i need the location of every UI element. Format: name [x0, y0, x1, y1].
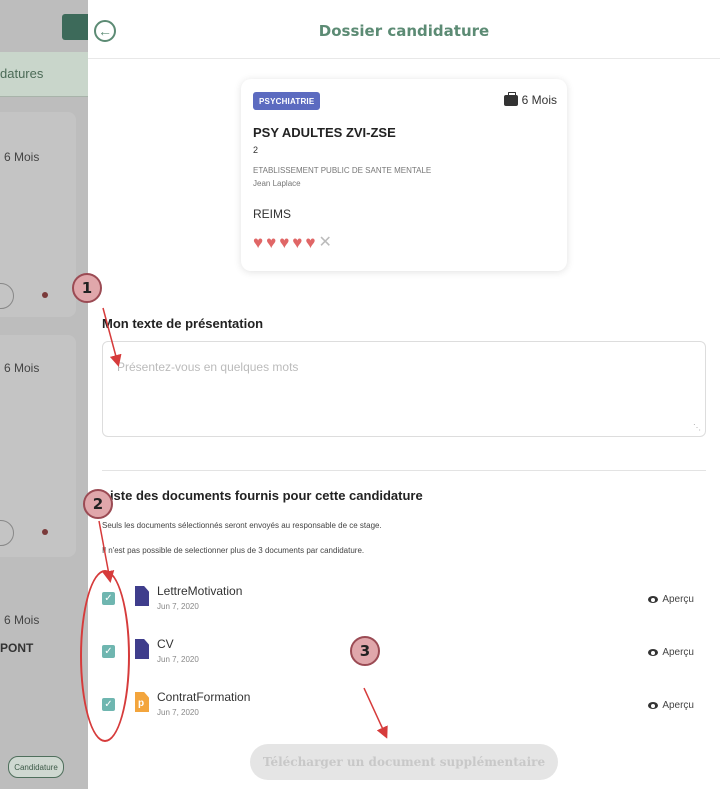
offer-title: PSY ADULTES ZVI-ZSE — [253, 125, 396, 140]
document-file-icon — [135, 586, 149, 606]
background-header-block — [62, 14, 88, 40]
background-tab-label: datures — [0, 66, 44, 81]
offer-duration-label: 6 Mois — [521, 93, 557, 107]
preview-label: Aperçu — [662, 700, 694, 711]
document-row: ✓ CV Jun 7, 2020 Aperçu — [102, 633, 706, 673]
cross-icon: ✕ — [318, 233, 332, 251]
document-date: Jun 7, 2020 — [157, 655, 199, 664]
presentation-placeholder: Présentez-vous en quelques mots — [117, 360, 299, 374]
document-date: Jun 7, 2020 — [157, 708, 199, 717]
document-file-icon — [135, 639, 149, 659]
document-row: ✓ContratFormationJun 7, 2020Aperçu — [102, 686, 706, 726]
background-pill-label: Candidature — [14, 762, 58, 772]
background-pill: Candidature — [8, 756, 64, 778]
document-date: Jun 7, 2020 — [157, 602, 199, 611]
eye-icon — [648, 596, 659, 603]
offer-person: Jean Laplace — [253, 179, 301, 188]
heart-icon: ♥ — [305, 233, 316, 252]
offer-number: 2 — [253, 145, 259, 155]
preview-link[interactable]: Aperçu — [648, 700, 694, 711]
documents-hint-limit: Il n'est pas possible de selectionner pl… — [102, 546, 365, 555]
offer-establishment: ETABLISSEMENT PUBLIC DE SANTE MENTALE — [253, 166, 432, 175]
presentation-textarea[interactable]: Présentez-vous en quelques mots ⋱ — [102, 341, 706, 437]
background-card-name: PONT — [0, 641, 34, 655]
background-card — [0, 112, 76, 317]
background-card-duration: 6 Mois — [4, 361, 40, 375]
preview-link[interactable]: Aperçu — [648, 594, 694, 605]
specialty-badge: PSYCHIATRIE — [253, 92, 321, 110]
upload-document-button[interactable]: Télécharger un document supplémentaire — [250, 744, 558, 780]
section-divider — [102, 470, 706, 471]
document-name: LettreMotivation — [157, 584, 243, 598]
offer-duration: 6 Mois — [503, 91, 557, 107]
presentation-label: Mon texte de présentation — [102, 316, 264, 331]
documents-hint-selection: Seuls les documents sélectionnés seront … — [102, 521, 382, 530]
annotation-oval — [80, 570, 130, 742]
annotation-marker-3: 3 — [350, 636, 380, 666]
heart-icon: ♥ — [279, 233, 290, 252]
background-dot — [42, 529, 48, 535]
document-name: CV — [157, 637, 174, 651]
document-row: ✓ LettreMotivation Jun 7, 2020 Aperçu — [102, 580, 706, 620]
offer-rating: ♥ ♥ ♥ ♥ ♥ ✕ — [253, 234, 332, 251]
background-card-duration: 6 Mois — [4, 613, 40, 627]
annotation-marker-1: 1 — [72, 273, 102, 303]
heart-icon: ♥ — [292, 233, 303, 252]
preview-label: Aperçu — [662, 594, 694, 605]
page-title: Dossier candidature — [318, 22, 490, 40]
eye-icon — [648, 702, 659, 709]
background-panel: datures 6 Mois 6 Mois 6 Mois PONT Candid… — [0, 0, 88, 789]
documents-label: Liste des documents fournis pour cette c… — [102, 488, 423, 503]
heart-icon: ♥ — [266, 233, 277, 252]
background-tab: datures — [0, 52, 88, 97]
resize-handle-icon[interactable]: ⋱ — [693, 423, 701, 432]
offer-card: PSYCHIATRIE 6 Mois PSY ADULTES ZVI-ZSE 2… — [241, 79, 567, 271]
briefcase-icon — [503, 91, 518, 106]
offer-city: REIMS — [253, 207, 292, 221]
document-name: ContratFormation — [157, 690, 251, 704]
background-card-duration: 6 Mois — [4, 150, 40, 164]
annotation-marker-2: 2 — [83, 489, 113, 519]
background-dot — [42, 292, 48, 298]
preview-link[interactable]: Aperçu — [648, 647, 694, 658]
eye-icon — [648, 649, 659, 656]
modal-header: ← Dossier candidature — [88, 0, 720, 59]
preview-label: Aperçu — [662, 647, 694, 658]
pdf-file-icon — [135, 692, 149, 712]
candidature-modal: ← Dossier candidature PSYCHIATRIE 6 Mois… — [88, 0, 720, 789]
heart-icon: ♥ — [253, 233, 264, 252]
